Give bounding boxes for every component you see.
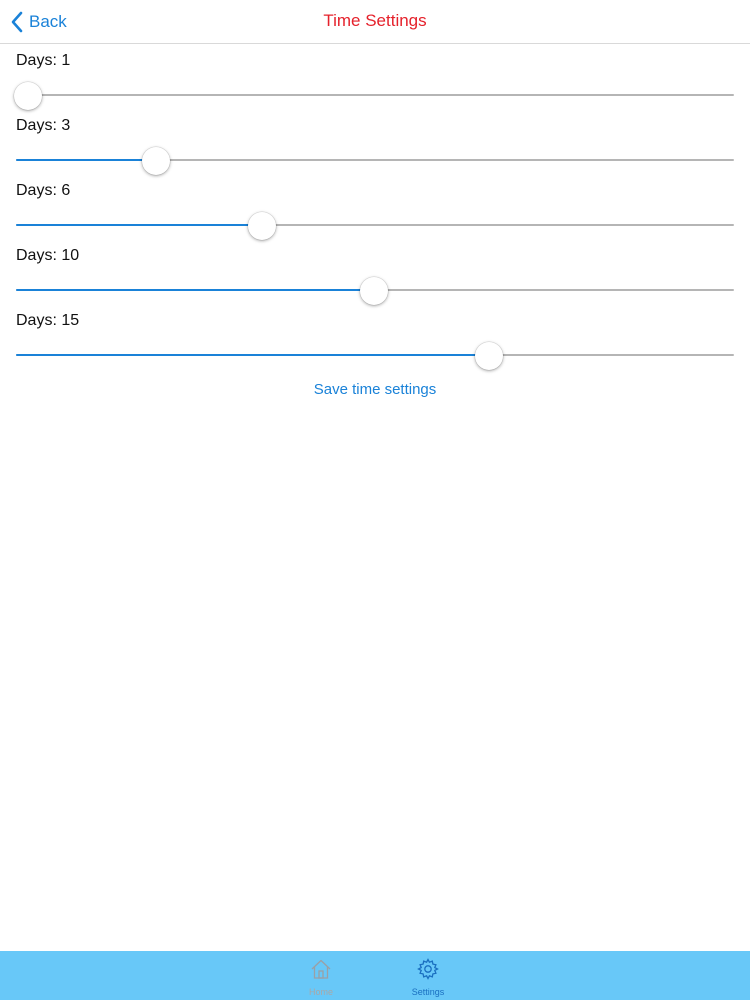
time-settings-list: Days: 1 Days: 3 Days: 6 Days: 10 Days: 1… xyxy=(0,45,750,398)
days-label-1: Days: 1 xyxy=(16,52,71,69)
slider-thumb[interactable] xyxy=(248,212,277,240)
navigation-bar: Back Time Settings xyxy=(0,0,750,44)
page-title: Time Settings xyxy=(323,11,427,30)
days-slider-5[interactable] xyxy=(16,342,734,370)
days-label-2: Days: 3 xyxy=(16,117,71,134)
gear-icon xyxy=(417,958,439,980)
slider-thumb[interactable] xyxy=(360,277,389,305)
days-row-4: Days: 10 xyxy=(0,240,750,305)
slider-fill xyxy=(16,354,490,356)
slider-fill xyxy=(16,224,263,226)
days-slider-2[interactable] xyxy=(16,147,734,175)
days-row-1: Days: 1 xyxy=(0,45,750,110)
days-row-3: Days: 6 xyxy=(0,175,750,240)
save-time-settings-button[interactable]: Save time settings xyxy=(314,381,437,398)
save-area: Save time settings xyxy=(0,381,750,399)
slider-fill xyxy=(16,289,375,291)
days-row-2: Days: 3 xyxy=(0,110,750,175)
slider-fill xyxy=(16,159,156,161)
tab-settings-label: Settings xyxy=(411,987,445,997)
tab-home-label: Home xyxy=(308,987,333,997)
slider-thumb[interactable] xyxy=(14,82,43,110)
days-label-5: Days: 15 xyxy=(16,312,80,329)
tab-bar: Home Settings xyxy=(0,951,750,1000)
home-icon xyxy=(311,959,331,979)
days-label-4: Days: 10 xyxy=(16,247,80,264)
days-label-3: Days: 6 xyxy=(16,182,71,199)
days-slider-1[interactable] xyxy=(14,82,734,110)
tab-settings[interactable]: Settings xyxy=(398,957,458,997)
slider-track xyxy=(16,94,734,96)
slider-thumb[interactable] xyxy=(475,342,504,370)
tab-home[interactable]: Home xyxy=(291,957,351,997)
days-slider-3[interactable] xyxy=(16,212,734,240)
slider-thumb[interactable] xyxy=(142,147,170,175)
days-row-5: Days: 15 xyxy=(0,305,750,370)
days-slider-4[interactable] xyxy=(16,277,734,305)
